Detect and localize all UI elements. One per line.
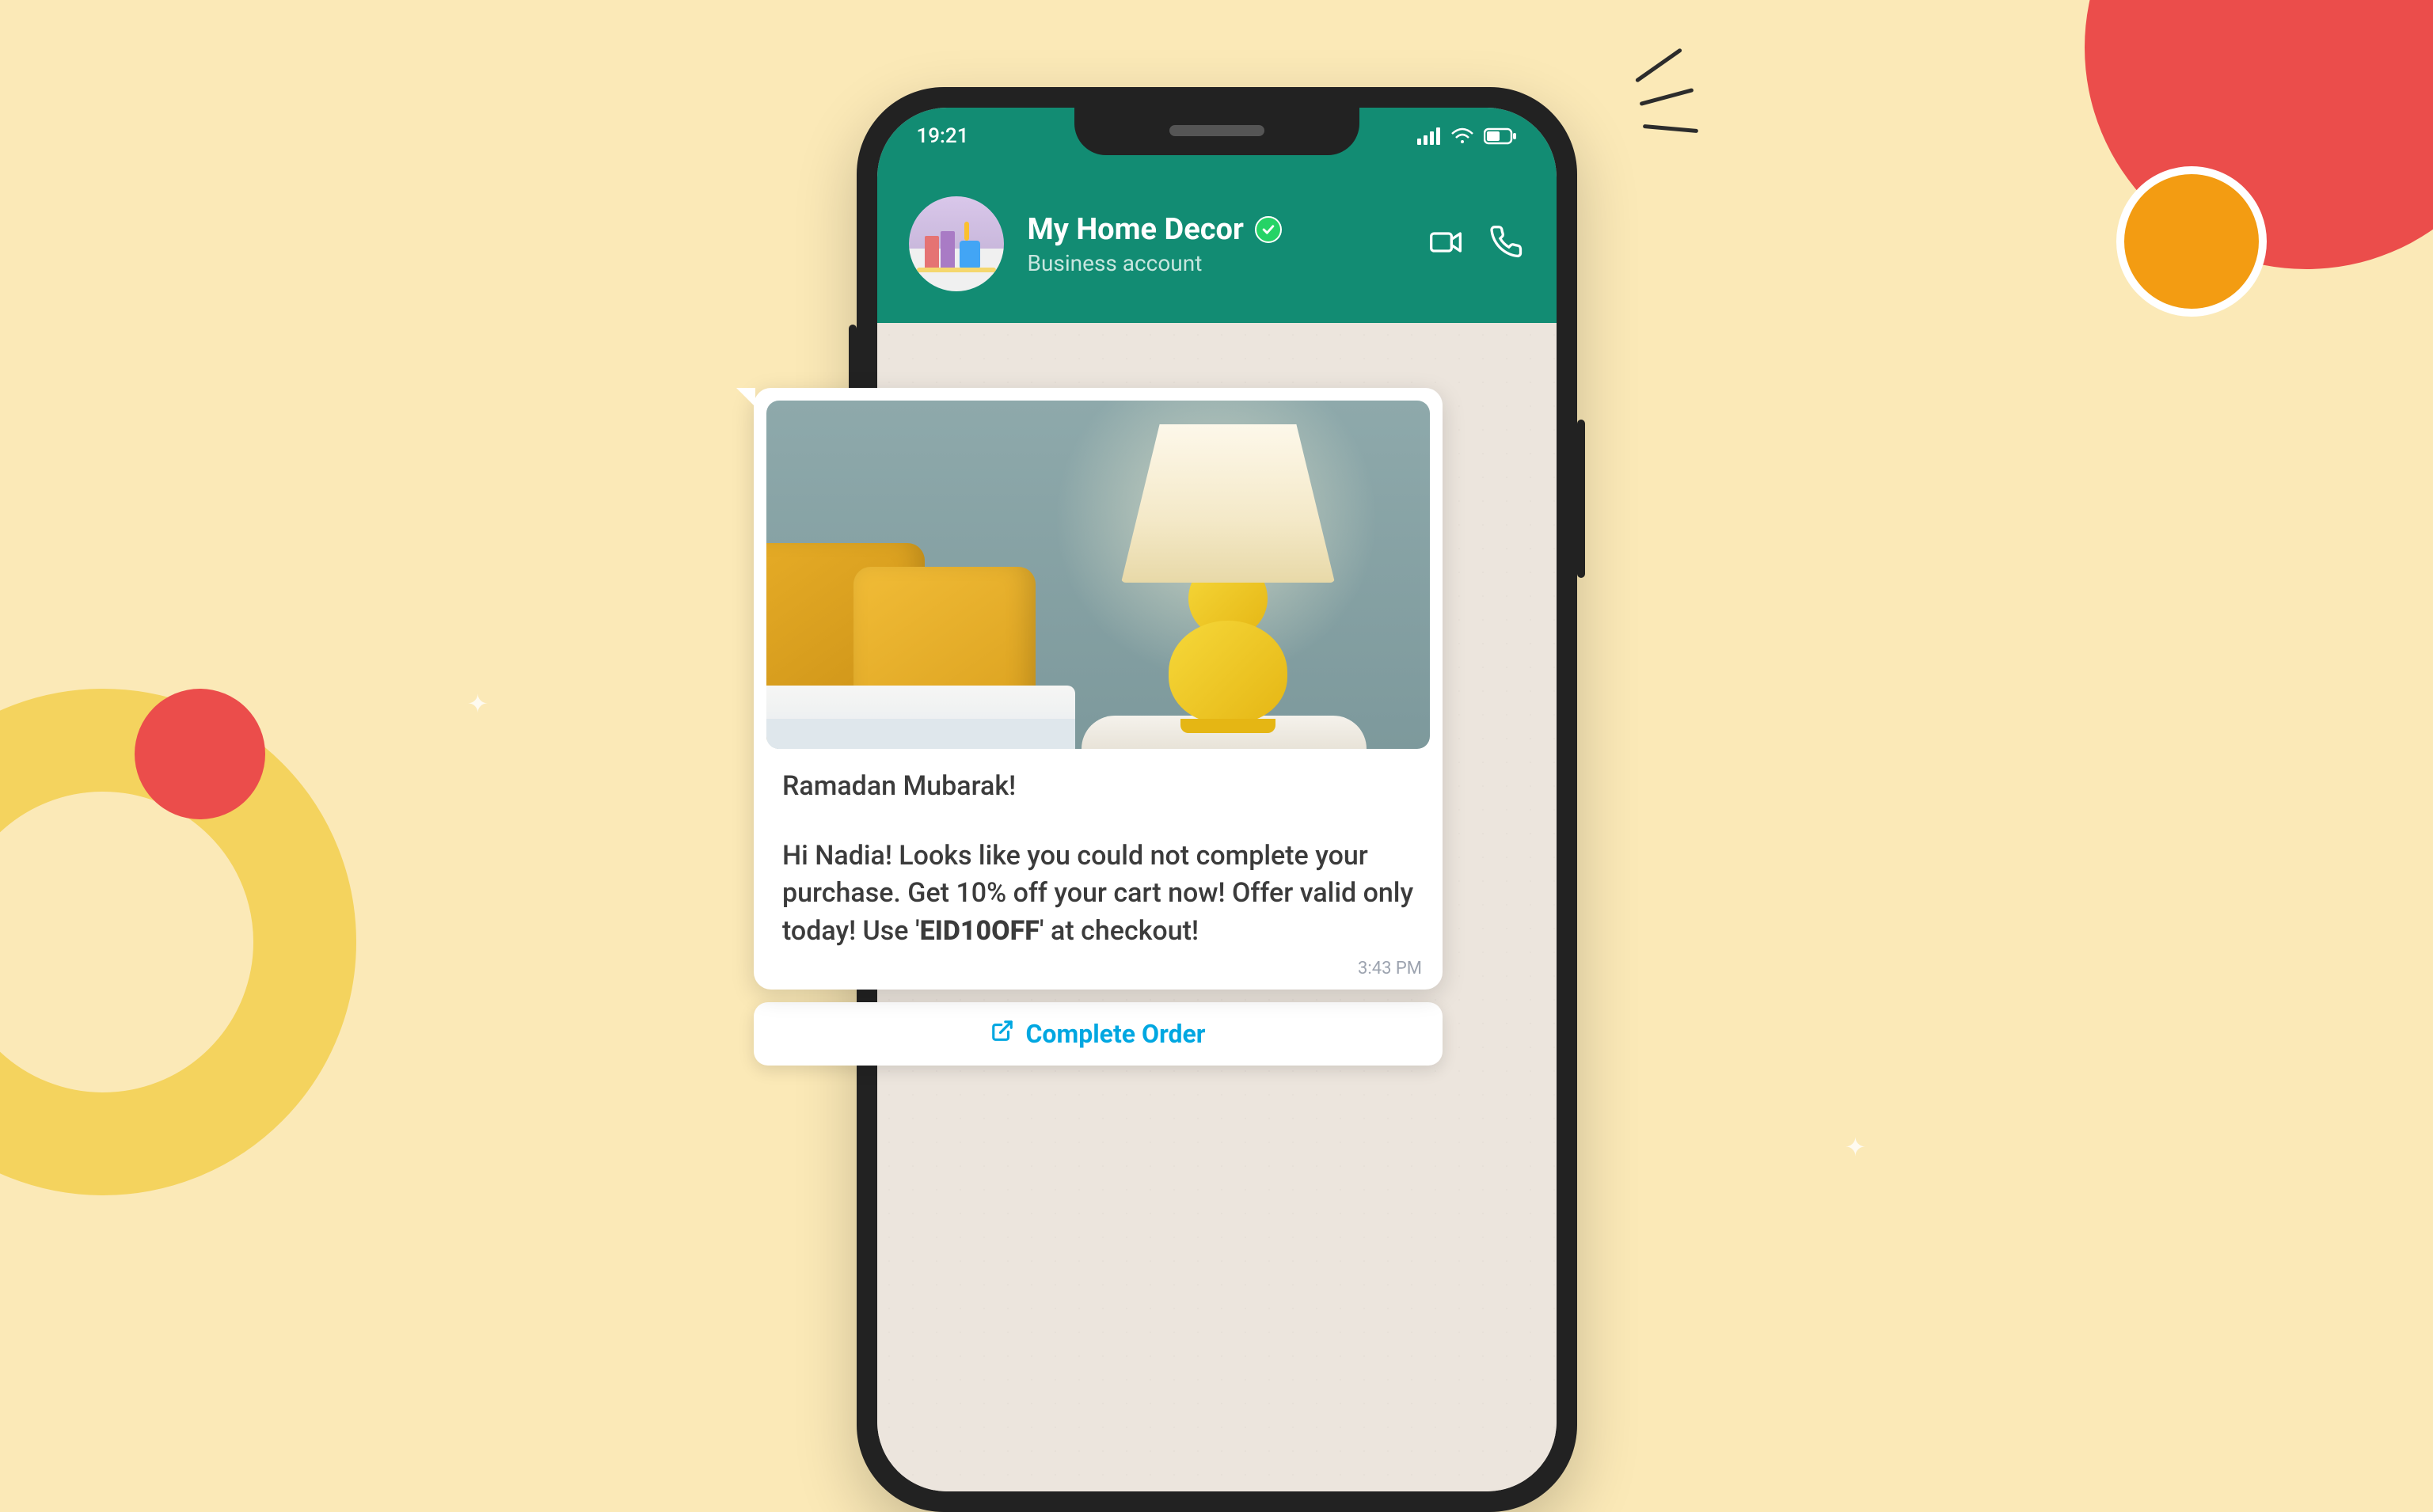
message-promo-code: EID10OFF <box>920 915 1040 947</box>
message-image[interactable] <box>766 401 1430 749</box>
message-greeting: Ramadan Mubarak! <box>782 768 1414 806</box>
battery-icon <box>1484 127 1517 145</box>
voice-call-button[interactable] <box>1490 225 1525 263</box>
avatar[interactable] <box>909 196 1004 291</box>
message-card: Ramadan Mubarak! Hi Nadia! Looks like yo… <box>754 388 1443 1066</box>
chat-header[interactable]: My Home Decor Business account <box>877 165 1557 323</box>
verified-badge-icon <box>1255 216 1282 243</box>
message-text: Ramadan Mubarak! Hi Nadia! Looks like yo… <box>766 749 1430 950</box>
chat-title: My Home Decor <box>1028 212 1244 247</box>
external-link-icon <box>990 1019 1014 1049</box>
chat-subtitle: Business account <box>1028 250 1405 276</box>
decoration-sparkle-icon: ✦ <box>467 689 489 719</box>
cta-label: Complete Order <box>1025 1019 1205 1049</box>
status-indicators <box>1417 127 1517 145</box>
complete-order-button[interactable]: Complete Order <box>754 1002 1443 1066</box>
decoration-sparkle-icon: ✦ <box>1845 1132 1866 1162</box>
decoration-orange-circle <box>2116 166 2267 317</box>
message-timestamp: 3:43 PM <box>1358 959 1422 978</box>
phone-notch <box>1074 108 1359 155</box>
decoration-spark-lines <box>1615 47 1710 142</box>
video-call-button[interactable] <box>1428 225 1463 263</box>
status-time: 19:21 <box>917 124 969 148</box>
wifi-icon <box>1450 127 1474 145</box>
illustration-stage: ✦ ✦ 19:21 <box>0 0 2433 1217</box>
cellular-signal-icon <box>1417 127 1441 145</box>
message-body-suffix: ' at checkout! <box>1040 915 1199 947</box>
message-bubble[interactable]: Ramadan Mubarak! Hi Nadia! Looks like yo… <box>754 388 1443 990</box>
decoration-red-circle-small <box>135 689 265 819</box>
chat-title-block: My Home Decor Business account <box>1028 212 1405 276</box>
